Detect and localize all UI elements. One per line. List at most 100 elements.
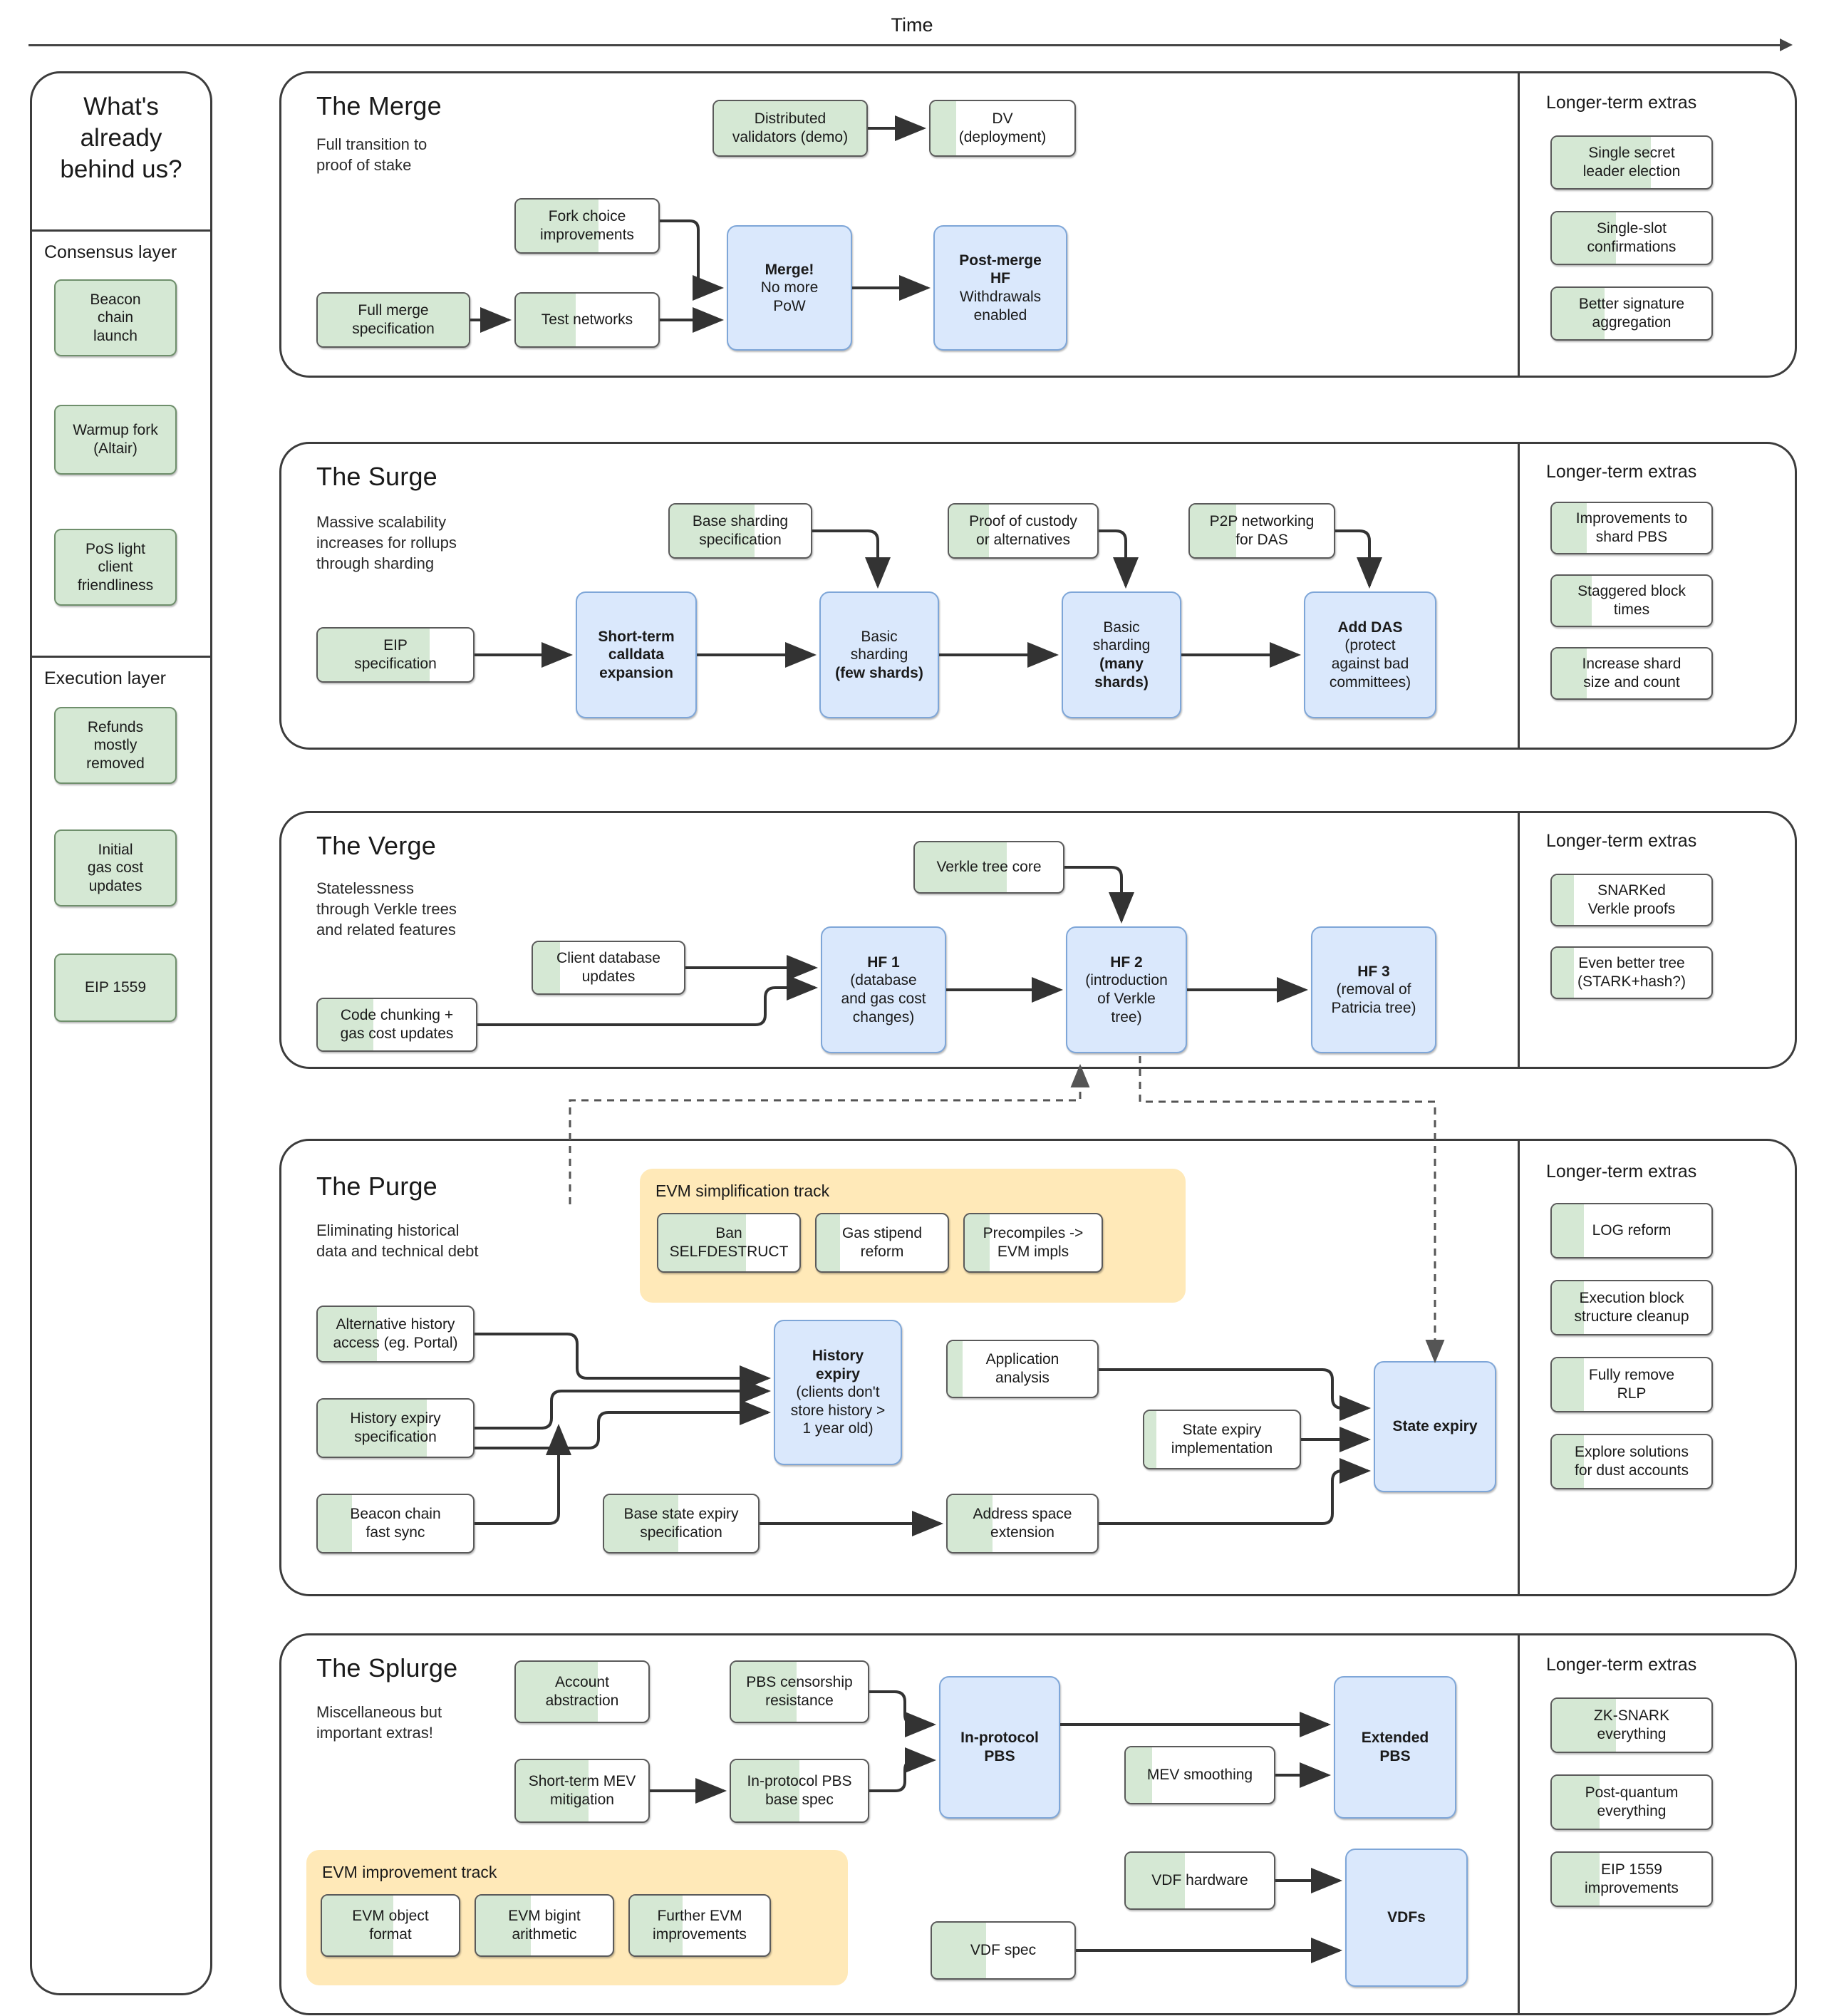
progress-fill	[1144, 1411, 1157, 1468]
progress-fill	[931, 101, 957, 155]
extra-explore-solutions-dust-accounts[interactable]: Explore solutions for dust accounts	[1550, 1434, 1713, 1489]
node-label: Precompiles -> EVM impls	[983, 1225, 1084, 1260]
section-subtitle-purge: Eliminating historical data and technical…	[316, 1221, 479, 1261]
extra-fully-remove-rlp[interactable]: Fully remove RLP	[1550, 1357, 1713, 1412]
sidebar-item-label: Initial gas cost updates	[87, 841, 144, 894]
node-base-sharding-specification[interactable]: Base sharding specification	[668, 503, 812, 559]
node-in-protocol-pbs[interactable]: In-protocol PBS	[939, 1676, 1060, 1819]
extras-title-surge: Longer-term extras	[1546, 462, 1697, 482]
node-label: In-protocol PBS base spec	[747, 1773, 852, 1808]
sidebar-item-pos-light-client[interactable]: PoS light client friendliness	[54, 529, 177, 606]
sidebar-item-eip-1559[interactable]: EIP 1559	[54, 953, 177, 1022]
extra-better-signature-aggregation[interactable]: Better signature aggregation	[1550, 286, 1713, 341]
node-account-abstraction[interactable]: Account abstraction	[514, 1660, 650, 1723]
node-dv-deployment[interactable]: DV (deployment)	[929, 100, 1076, 157]
node-extended-pbs[interactable]: Extended PBS	[1334, 1676, 1456, 1819]
node-label: EIP 1559 improvements	[1585, 1861, 1679, 1896]
extra-log-reform[interactable]: LOG reform	[1550, 1203, 1713, 1258]
extra-zk-snark-everything[interactable]: ZK-SNARK everything	[1550, 1697, 1713, 1753]
node-label: Short-term MEV mitigation	[528, 1773, 636, 1808]
node-label: Staggered block times	[1577, 583, 1686, 618]
node-label: Code chunking + gas cost updates	[340, 1007, 454, 1042]
node-state-expiry-implementation[interactable]: State expiry implementation	[1143, 1410, 1301, 1469]
track-item-ban-selfdestruct[interactable]: Ban SELFDESTRUCT	[657, 1213, 801, 1273]
node-vdfs[interactable]: VDFs	[1345, 1849, 1468, 1987]
extra-single-slot-confirmations[interactable]: Single-slot confirmations	[1550, 211, 1713, 265]
extra-single-secret-leader-election[interactable]: Single secret leader election	[1550, 135, 1713, 190]
node-label: Full merge specification	[352, 302, 435, 337]
node-post-merge-hf[interactable]: Post-merge HF Withdrawals enabled	[933, 225, 1067, 351]
node-address-space-extension[interactable]: Address space extension	[946, 1494, 1099, 1554]
extra-post-quantum-everything[interactable]: Post-quantum everything	[1550, 1774, 1713, 1830]
extra-increase-shard-size[interactable]: Increase shard size and count	[1550, 647, 1713, 700]
node-label: Account abstraction	[545, 1674, 619, 1709]
sidebar-heading-line-2: behind us?	[60, 155, 182, 183]
node-test-networks[interactable]: Test networks	[514, 292, 660, 348]
node-history-expiry[interactable]: History expiry (clients don't store history…	[774, 1320, 902, 1465]
node-label: Proof of custody or alternatives	[969, 513, 1077, 548]
node-label: LOG reform	[1592, 1222, 1672, 1239]
progress-fill	[1552, 1358, 1584, 1411]
node-hf3[interactable]: HF 3 (removal of Patricia tree)	[1311, 926, 1436, 1053]
node-mev-smoothing[interactable]: MEV smoothing	[1124, 1746, 1275, 1804]
node-label: Distributed validators (demo)	[732, 110, 849, 145]
node-vdf-spec[interactable]: VDF spec	[931, 1921, 1076, 1980]
node-base-state-expiry-specification[interactable]: Base state expiry specification	[603, 1494, 760, 1554]
node-fork-choice-improvements[interactable]: Fork choice improvements	[514, 198, 660, 254]
extra-snarked-verkle-proofs[interactable]: SNARKed Verkle proofs	[1550, 874, 1713, 926]
node-add-das[interactable]: Add DAS (protect against bad committees)	[1304, 591, 1436, 718]
sidebar-item-label: Beacon chain launch	[90, 291, 141, 344]
node-label: Application analysis	[985, 1351, 1059, 1386]
node-basic-sharding-few-shards[interactable]: Basic sharding (few shards)	[819, 591, 939, 718]
track-item-gas-stipend-reform[interactable]: Gas stipend reform	[815, 1213, 949, 1273]
extra-improvements-shard-pbs[interactable]: Improvements to shard PBS	[1550, 502, 1713, 554]
extra-eip-1559-improvements[interactable]: EIP 1559 improvements	[1550, 1851, 1713, 1907]
extra-execution-block-structure-cleanup[interactable]: Execution block structure cleanup	[1550, 1280, 1713, 1335]
track-item-precompiles-evm-impls[interactable]: Precompiles -> EVM impls	[963, 1213, 1103, 1273]
sidebar-item-label: PoS light client friendliness	[77, 540, 154, 594]
time-axis-line	[28, 44, 1781, 46]
node-merge[interactable]: Merge! No more PoW	[727, 225, 852, 351]
section-subtitle-verge: Statelessness through Verkle trees and rel…	[316, 879, 457, 939]
track-item-evm-object-format[interactable]: EVM object format	[321, 1894, 460, 1957]
node-short-term-calldata-expansion[interactable]: Short-term calldata expansion	[576, 591, 697, 718]
node-alternative-history-access[interactable]: Alternative history access (eg. Portal)	[316, 1306, 475, 1363]
node-label: State expiry	[1392, 1418, 1478, 1435]
extra-staggered-block-times[interactable]: Staggered block times	[1550, 574, 1713, 627]
node-label: History expiry specification	[350, 1410, 441, 1445]
time-axis-label: Time	[891, 14, 933, 36]
node-beacon-chain-fast-sync[interactable]: Beacon chain fast sync	[316, 1494, 475, 1554]
track-item-evm-bigint-arithmetic[interactable]: EVM bigint arithmetic	[475, 1894, 614, 1957]
evm-improvement-track-label: EVM improvement track	[322, 1863, 497, 1881]
node-application-analysis[interactable]: Application analysis	[946, 1340, 1099, 1398]
node-verkle-tree-core[interactable]: Verkle tree core	[913, 841, 1064, 894]
sidebar-item-initial-gas-cost[interactable]: Initial gas cost updates	[54, 829, 177, 906]
node-p2p-networking-das[interactable]: P2P networking for DAS	[1188, 503, 1335, 559]
section-extras-divider-splurge	[1518, 1635, 1520, 2013]
node-short-term-mev-mitigation[interactable]: Short-term MEV mitigation	[514, 1759, 650, 1823]
node-hf1[interactable]: HF 1 (database and gas cost changes)	[821, 926, 946, 1053]
track-item-further-evm-improvements[interactable]: Further EVM improvements	[628, 1894, 771, 1957]
node-hf2[interactable]: HF 2 (introduction of Verkle tree)	[1066, 926, 1187, 1053]
node-full-merge-specification[interactable]: Full merge specification	[316, 292, 470, 348]
sidebar-item-warmup-fork[interactable]: Warmup fork (Altair)	[54, 405, 177, 475]
node-client-database-updates[interactable]: Client database updates	[532, 941, 685, 995]
node-label: Test networks	[541, 311, 633, 329]
sidebar-item-refunds-removed[interactable]: Refunds mostly removed	[54, 707, 177, 784]
extra-even-better-tree[interactable]: Even better tree (STARK+hash?)	[1550, 946, 1713, 999]
node-eip-specification[interactable]: EIP specification	[316, 627, 475, 683]
sidebar-item-beacon-chain-launch[interactable]: Beacon chain launch	[54, 279, 177, 356]
node-proof-of-custody[interactable]: Proof of custody or alternatives	[948, 503, 1099, 559]
node-pbs-censorship-resistance[interactable]: PBS censorship resistance	[730, 1660, 869, 1723]
node-basic-sharding-many-shards[interactable]: Basic sharding (many shards)	[1062, 591, 1181, 718]
node-distributed-validators[interactable]: Distributed validators (demo)	[712, 100, 868, 157]
node-vdf-hardware[interactable]: VDF hardware	[1124, 1851, 1275, 1910]
node-history-expiry-specification[interactable]: History expiry specification	[316, 1398, 475, 1458]
node-in-protocol-pbs-base-spec[interactable]: In-protocol PBS base spec	[730, 1759, 869, 1823]
node-label: HF 2 (introduction of Verkle tree)	[1085, 953, 1168, 1025]
node-label: Extended PBS	[1361, 1730, 1429, 1764]
sidebar-divider-1	[30, 229, 212, 232]
node-label: DV (deployment)	[958, 110, 1047, 145]
node-code-chunking-gas-cost[interactable]: Code chunking + gas cost updates	[316, 998, 477, 1052]
node-state-expiry[interactable]: State expiry	[1374, 1361, 1496, 1492]
